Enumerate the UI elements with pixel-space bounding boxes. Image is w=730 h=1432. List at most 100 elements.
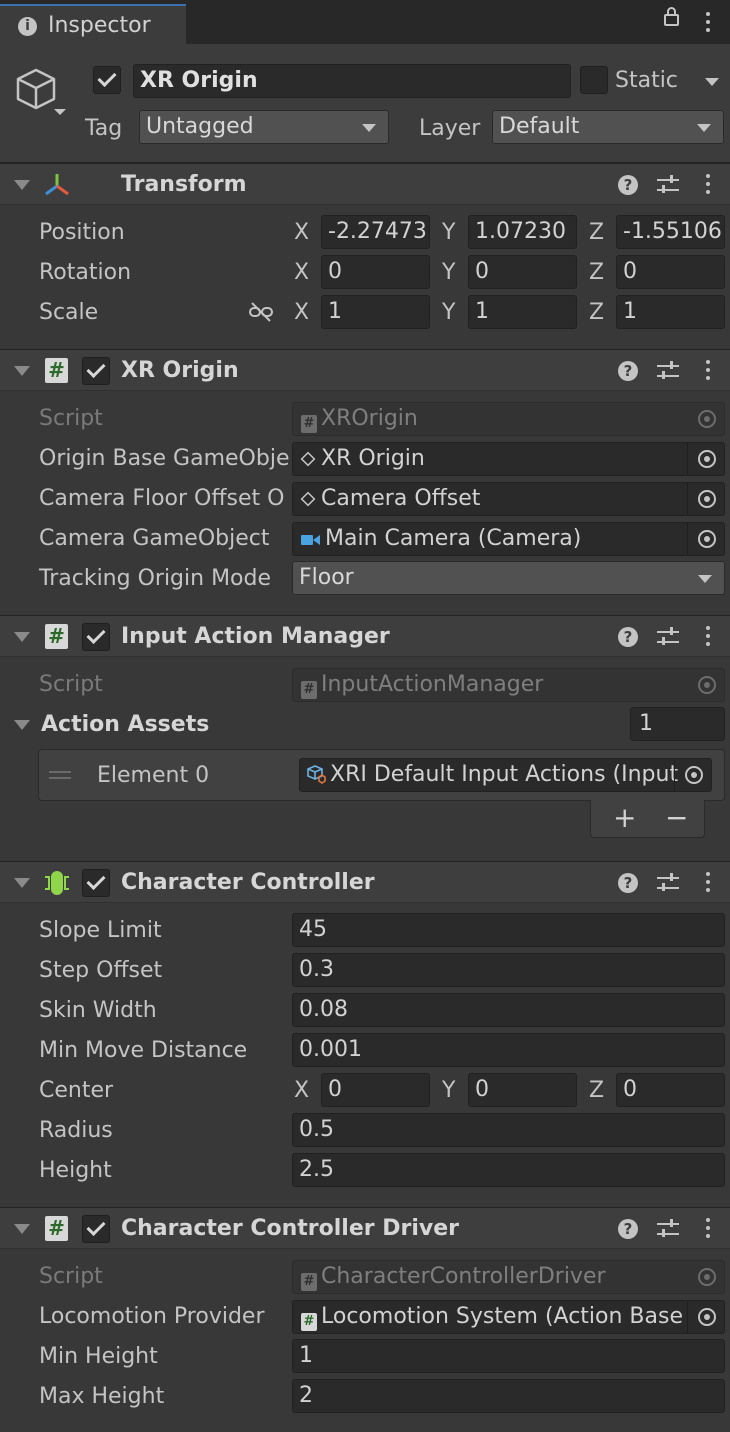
fold-arrow-icon[interactable] [14,878,30,888]
drag-handle-icon[interactable] [49,771,71,773]
center-z-field[interactable]: 0 [616,1073,725,1107]
fold-arrow-icon[interactable] [14,366,30,376]
help-icon[interactable]: ? [618,627,638,647]
transform-header[interactable]: Transform ? [0,163,730,205]
object-picker-icon[interactable] [698,1308,716,1326]
axis-x-label: X [294,220,310,245]
active-checkbox[interactable] [93,66,121,94]
slope-limit-field[interactable]: 45 [292,913,725,947]
xr-origin-enabled-checkbox[interactable] [82,357,110,385]
help-icon[interactable]: ? [618,361,638,381]
fold-arrow-icon[interactable] [14,720,30,730]
center-y-field[interactable]: 0 [468,1073,577,1107]
tracking-origin-label: Tracking Origin Mode [39,566,272,591]
character-controller-driver-header[interactable]: # Character Controller Driver ? [0,1207,730,1249]
lock-icon[interactable] [664,7,679,26]
scale-y-field[interactable]: 1 [468,295,577,329]
camera-floor-field[interactable]: Camera Offset [292,482,725,516]
object-picker-icon[interactable] [698,530,716,548]
object-picker-icon[interactable] [685,766,703,784]
unlink-icon[interactable] [248,302,274,322]
remove-element-button[interactable]: − [665,801,688,834]
object-picker-icon [698,1268,716,1286]
help-icon[interactable]: ? [618,175,638,195]
action-assets-size-field[interactable]: 1 [630,707,725,741]
fold-arrow-icon[interactable] [14,632,30,642]
help-icon[interactable]: ? [618,873,638,893]
rotation-x-field[interactable]: 0 [321,255,430,289]
object-picker-icon[interactable] [698,450,716,468]
layer-dropdown[interactable]: Default [492,110,724,144]
xr-origin-header[interactable]: # XR Origin ? [0,349,730,391]
fold-arrow-icon[interactable] [14,1224,30,1234]
preset-icon[interactable] [657,873,679,893]
scale-z-field[interactable]: 1 [616,295,725,329]
script-icon: # [45,624,68,649]
drag-handle-icon[interactable] [49,777,71,779]
position-y-field[interactable]: 1.07230 [468,215,577,249]
input-action-manager-enabled-checkbox[interactable] [82,623,110,651]
tab-menu-icon[interactable] [706,12,710,36]
radius-field[interactable]: 0.5 [292,1113,725,1147]
rotation-z-field[interactable]: 0 [616,255,725,289]
fold-arrow-icon[interactable] [14,180,30,190]
position-x-field[interactable]: -2.27473 [321,215,430,249]
preset-icon[interactable] [657,361,679,381]
preset-icon[interactable] [657,1219,679,1239]
rotation-y-field[interactable]: 0 [468,255,577,289]
script-icon: # [45,358,68,383]
position-z-field[interactable]: -1.55106 [616,215,725,249]
inspector-tab[interactable]: i Inspector [0,4,186,44]
ccd-enabled-checkbox[interactable] [82,1215,110,1243]
static-checkbox[interactable] [580,66,608,94]
step-offset-field[interactable]: 0.3 [292,953,725,987]
character-controller-header[interactable]: Character Controller ? [0,861,730,903]
element-0-label: Element 0 [97,763,210,788]
camera-go-field[interactable]: Main Camera (Camera) [292,522,725,556]
scale-x-field[interactable]: 1 [321,295,430,329]
action-assets-label[interactable]: Action Assets [41,712,209,737]
component-menu-icon[interactable] [706,626,710,650]
slope-limit-label: Slope Limit [39,918,162,943]
gameobject-name-input[interactable]: XR Origin [133,64,571,98]
camera-floor-value: Camera Offset [321,486,481,511]
skin-width-field[interactable]: 0.08 [292,993,725,1027]
component-menu-icon[interactable] [706,174,710,198]
center-x-field[interactable]: 0 [321,1073,430,1107]
action-assets-list: Element 0 XRI Default Input Actions (Inp… [38,749,725,801]
origin-base-value: XR Origin [321,446,425,471]
component-menu-icon[interactable] [706,1218,710,1242]
object-picker-icon[interactable] [698,490,716,508]
component-menu-icon[interactable] [706,872,710,896]
min-height-field[interactable]: 1 [292,1339,725,1373]
min-move-distance-label: Min Move Distance [39,1038,248,1063]
preset-icon[interactable] [657,175,679,195]
camera-icon [301,535,320,545]
tracking-origin-dropdown[interactable]: Floor [292,561,725,595]
min-move-distance-field[interactable]: 0.001 [292,1033,725,1067]
height-field[interactable]: 2.5 [292,1153,725,1187]
origin-base-label: Origin Base GameObje [39,446,290,471]
character-controller-enabled-checkbox[interactable] [82,869,110,897]
script-label: Script [39,406,103,431]
object-picker-icon [698,410,716,428]
static-dropdown-icon[interactable] [705,78,719,86]
ccd-title: Character Controller Driver [121,1216,460,1241]
transform-icon [45,174,69,196]
element-0-field[interactable]: XRI Default Input Actions (Input [299,758,712,792]
gameobject-cube-icon[interactable] [14,66,70,120]
max-height-field[interactable]: 2 [292,1379,725,1413]
input-action-manager-header[interactable]: # Input Action Manager ? [0,615,730,657]
axis-y-label: Y [442,1078,456,1103]
locomotion-provider-field[interactable]: # Locomotion System (Action Base [292,1300,725,1334]
script-value: XROrigin [321,406,418,431]
origin-base-field[interactable]: XR Origin [292,442,725,476]
preset-icon[interactable] [657,627,679,647]
script-value: InputActionManager [321,672,544,697]
component-menu-icon[interactable] [706,360,710,384]
input-actions-asset-icon [307,765,326,784]
axis-x-label: X [294,260,310,285]
add-element-button[interactable]: + [613,801,636,834]
help-icon[interactable]: ? [618,1219,638,1239]
tag-dropdown[interactable]: Untagged [139,110,389,144]
